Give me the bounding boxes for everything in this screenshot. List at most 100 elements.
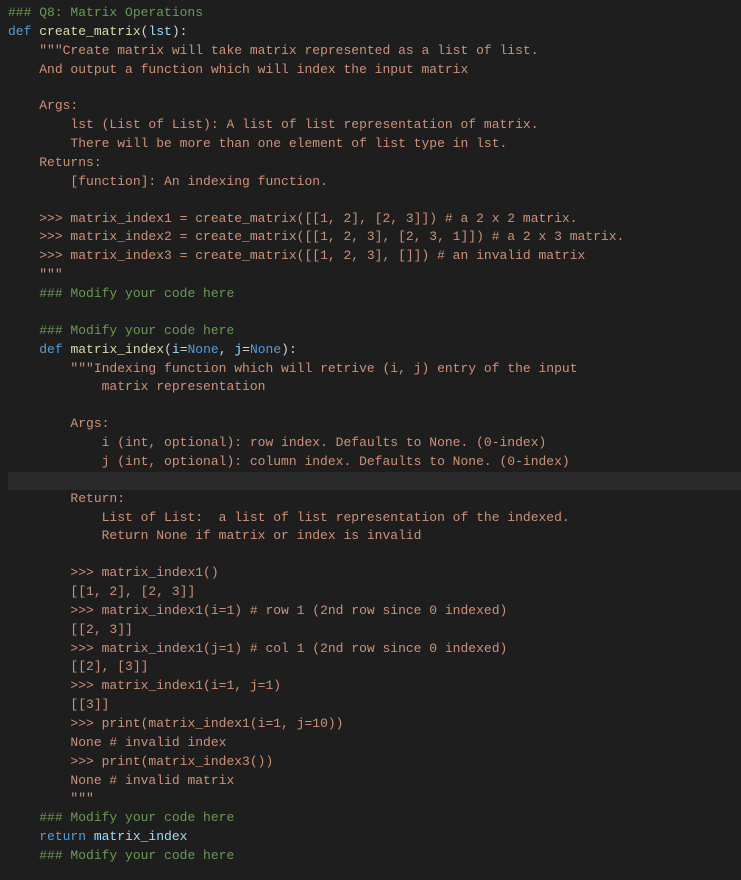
code-token: matrix representation [102,379,266,394]
code-token: [[2], [3]] [70,659,148,674]
code-token: [[2, 3]] [70,622,132,637]
code-token: matrix_index [70,342,164,357]
code-line[interactable]: Args: [8,97,741,116]
code-line[interactable]: [[1, 2], [2, 3]] [8,583,741,602]
code-line[interactable]: There will be more than one element of l… [8,135,741,154]
code-token: >>> matrix_index1() [70,565,218,580]
code-token: >>> print(matrix_index3()) [70,754,273,769]
code-token: None # invalid matrix [70,773,234,788]
code-line[interactable]: """ [8,790,741,809]
code-token: >>> matrix_index3 = create_matrix([[1, 2… [39,248,585,263]
code-line[interactable]: Return: [8,490,741,509]
code-line[interactable]: [[2], [3]] [8,658,741,677]
code-line[interactable]: >>> print(matrix_index1(i=1, j=10)) [8,715,741,734]
code-token: ): [172,24,188,39]
code-token: def [39,342,70,357]
code-line[interactable]: ### Modify your code here [8,322,741,341]
code-line[interactable]: None # invalid index [8,734,741,753]
code-line[interactable]: >>> print(matrix_index3()) [8,753,741,772]
code-token: >>> matrix_index2 = create_matrix([[1, 2… [39,229,624,244]
code-token: ### Modify your code here [39,810,234,825]
code-token: j (int, optional): column index. Default… [102,454,570,469]
code-token: Return: [70,491,125,506]
code-token: create_matrix [39,24,140,39]
code-token: j [234,342,242,357]
code-token: [function]: An indexing function. [70,174,327,189]
code-line[interactable]: >>> matrix_index1(j=1) # col 1 (2nd row … [8,640,741,659]
code-token: >>> matrix_index1(i=1) # row 1 (2nd row … [70,603,507,618]
code-line[interactable]: ### Modify your code here [8,809,741,828]
code-token: >>> matrix_index1 = create_matrix([[1, 2… [39,211,577,226]
code-token: = [242,342,250,357]
code-token: List of List: a list of list representat… [102,510,570,525]
code-line[interactable]: def create_matrix(lst): [8,23,741,42]
code-token: """ [39,267,62,282]
code-line[interactable]: def matrix_index(i=None, j=None): [8,341,741,360]
code-line[interactable] [8,472,741,490]
code-line[interactable]: And output a function which will index t… [8,61,741,80]
code-line[interactable]: matrix representation [8,378,741,397]
code-token: """Indexing function which will retrive … [70,361,577,376]
code-line[interactable]: return matrix_index [8,828,741,847]
code-token: None [250,342,281,357]
code-line[interactable]: Return None if matrix or index is invali… [8,527,741,546]
code-line[interactable] [8,397,741,415]
code-token: ### Modify your code here [39,323,234,338]
code-editor[interactable]: ### Q8: Matrix Operations def create_matr… [0,0,741,870]
code-line[interactable]: ### Modify your code here [8,847,741,866]
code-line[interactable] [8,192,741,210]
code-line[interactable]: >>> matrix_index2 = create_matrix([[1, 2… [8,228,741,247]
code-line[interactable]: >>> matrix_index1() [8,564,741,583]
code-line[interactable]: List of List: a list of list representat… [8,509,741,528]
code-line[interactable]: Args: [8,415,741,434]
code-token: , [219,342,235,357]
code-line[interactable]: j (int, optional): column index. Default… [8,453,741,472]
code-line[interactable]: """Indexing function which will retrive … [8,360,741,379]
code-token: And output a function which will index t… [39,62,468,77]
code-token: Args: [39,98,78,113]
code-line[interactable]: >>> matrix_index1(i=1, j=1) [8,677,741,696]
code-token: i [172,342,180,357]
code-line[interactable]: [[3]] [8,696,741,715]
code-token: ### Modify your code here [39,286,234,301]
code-line[interactable]: >>> matrix_index1(i=1) # row 1 (2nd row … [8,602,741,621]
code-line[interactable]: """Create matrix will take matrix repres… [8,42,741,61]
code-token: lst [148,24,171,39]
code-token: None [188,342,219,357]
code-line[interactable]: ### Q8: Matrix Operations [8,4,741,23]
code-token: There will be more than one element of l… [70,136,507,151]
code-token: ( [164,342,172,357]
code-line[interactable]: None # invalid matrix [8,772,741,791]
code-token: Args: [70,416,109,431]
code-line[interactable]: Returns: [8,154,741,173]
code-token: [[3]] [70,697,109,712]
code-token: [[1, 2], [2, 3]] [70,584,195,599]
code-token: ### Modify your code here [39,848,234,863]
code-token: = [180,342,188,357]
code-line[interactable]: i (int, optional): row index. Defaults t… [8,434,741,453]
code-token: >>> matrix_index1(i=1, j=1) [70,678,281,693]
code-line[interactable] [8,546,741,564]
code-token: None # invalid index [70,735,226,750]
code-line[interactable]: [function]: An indexing function. [8,173,741,192]
code-token: >>> matrix_index1(j=1) # col 1 (2nd row … [70,641,507,656]
code-line[interactable]: """ [8,266,741,285]
code-token: i (int, optional): row index. Defaults t… [102,435,547,450]
code-line[interactable]: lst (List of List): A list of list repre… [8,116,741,135]
code-token: return [39,829,94,844]
code-line[interactable] [8,304,741,322]
code-token: Return None if matrix or index is invali… [102,528,422,543]
code-token: matrix_index [94,829,188,844]
code-token: ### Q8: Matrix Operations [8,5,203,20]
code-token: """Create matrix will take matrix repres… [39,43,538,58]
code-token: >>> print(matrix_index1(i=1, j=10)) [70,716,343,731]
code-line[interactable]: >>> matrix_index3 = create_matrix([[1, 2… [8,247,741,266]
code-line[interactable]: ### Modify your code here [8,285,741,304]
code-token: Returns: [39,155,101,170]
code-line[interactable]: [[2, 3]] [8,621,741,640]
code-token: """ [70,791,93,806]
code-line[interactable]: >>> matrix_index1 = create_matrix([[1, 2… [8,210,741,229]
code-line[interactable] [8,79,741,97]
code-token: def [8,24,39,39]
code-token: ): [281,342,297,357]
